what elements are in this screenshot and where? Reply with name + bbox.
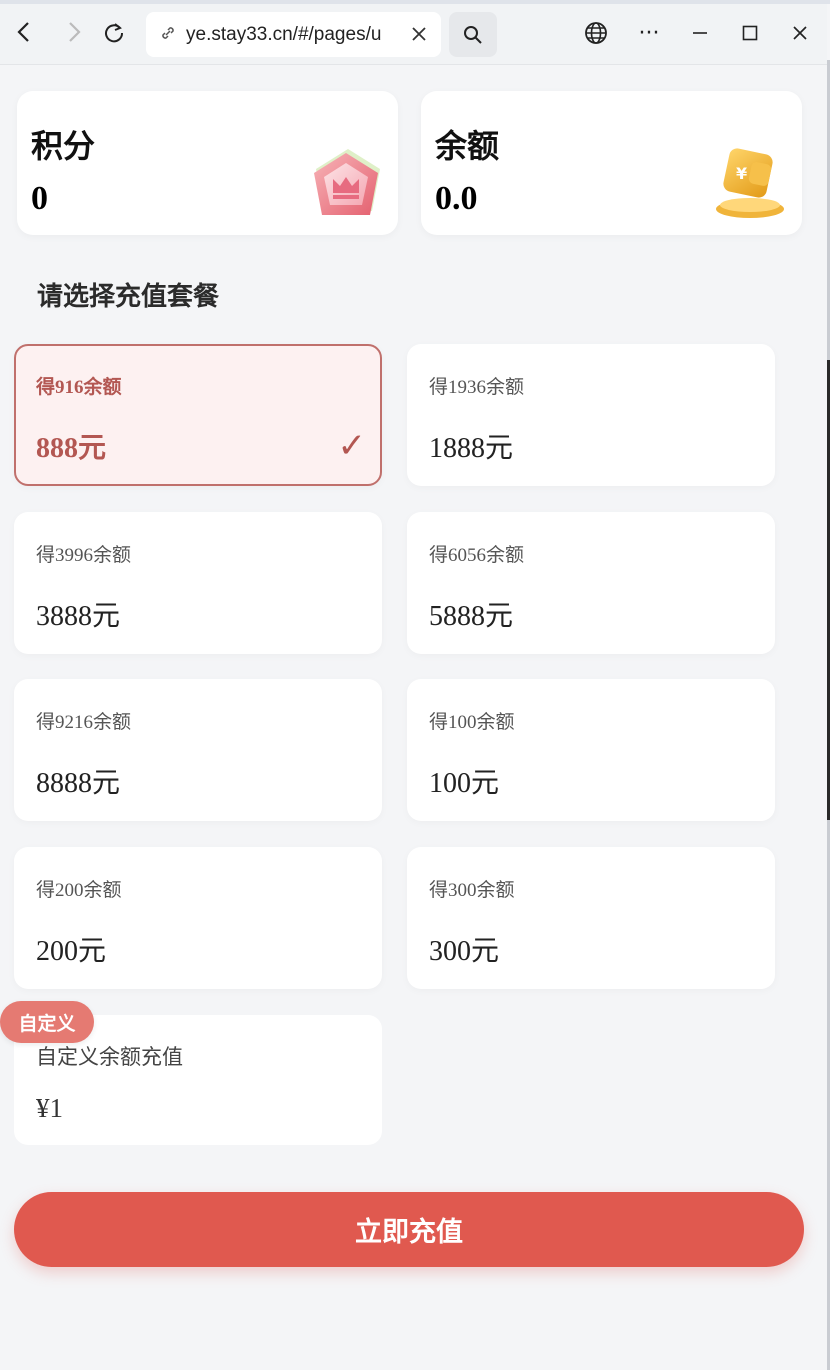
balance-card: 余额 0.0 ¥ [421, 91, 802, 235]
more-icon: ··· [638, 20, 660, 46]
package-desc: 得916余额 [36, 377, 122, 398]
points-card: 积分 0 [17, 91, 398, 235]
custom-amount-input[interactable] [36, 1093, 336, 1124]
back-button[interactable] [10, 18, 38, 46]
search-button[interactable] [449, 12, 497, 57]
package-price: 8888元 [36, 768, 121, 799]
package-price: 300元 [429, 936, 500, 967]
svg-text:¥: ¥ [736, 164, 747, 183]
package-desc: 得200余额 [36, 880, 122, 901]
refresh-icon [105, 23, 124, 43]
package-desc: 得3996余额 [36, 545, 132, 566]
package-price: 3888元 [36, 601, 121, 632]
forward-button[interactable] [60, 18, 88, 46]
package-card-1[interactable]: 得916余额 888元 ✓ [14, 344, 382, 486]
wallet-icon: ¥ [710, 141, 790, 225]
balance-value: 0.0 [435, 180, 478, 217]
maximize-icon [742, 25, 758, 41]
package-card-4[interactable]: 得6056余额 5888元 [407, 512, 775, 654]
url-text[interactable]: ye.stay33.cn/#/pages/u [186, 24, 386, 46]
points-value: 0 [31, 180, 48, 217]
package-card-6[interactable]: 得100余额 100元 [407, 679, 775, 821]
package-card-7[interactable]: 得200余额 200元 [14, 847, 382, 989]
section-title: 请选择充值套餐 [37, 282, 220, 312]
browser-toolbar: ye.stay33.cn/#/pages/u ··· [0, 4, 827, 65]
package-price: 100元 [429, 768, 500, 799]
package-price: 1888元 [429, 433, 514, 464]
more-button[interactable]: ··· [634, 18, 664, 48]
recharge-now-button[interactable]: 立即充值 [14, 1192, 804, 1267]
custom-amount-desc: 自定义余额充值 [36, 1045, 183, 1069]
address-bar[interactable]: ye.stay33.cn/#/pages/u [146, 12, 441, 57]
link-icon [160, 25, 176, 45]
custom-badge: 自定义 [0, 1001, 94, 1043]
back-arrow-icon [17, 22, 29, 42]
package-price: 5888元 [429, 601, 514, 632]
minimize-icon [693, 32, 707, 34]
points-label: 积分 [31, 127, 96, 165]
package-desc: 得6056余额 [429, 545, 525, 566]
globe-button[interactable] [581, 18, 611, 48]
refresh-button[interactable] [100, 18, 128, 46]
package-card-3[interactable]: 得3996余额 3888元 [14, 512, 382, 654]
package-desc: 得9216余额 [36, 712, 132, 733]
window-close-button[interactable] [785, 18, 815, 48]
package-card-5[interactable]: 得9216余额 8888元 [14, 679, 382, 821]
search-icon [464, 25, 482, 44]
package-price: 200元 [36, 936, 107, 967]
package-card-2[interactable]: 得1936余额 1888元 [407, 344, 775, 486]
package-desc: 得300余额 [429, 880, 515, 901]
globe-icon [585, 22, 607, 44]
check-icon: ✓ [337, 426, 367, 466]
clear-url-icon[interactable] [411, 23, 427, 47]
forward-arrow-icon [69, 22, 81, 42]
package-desc: 得1936余额 [429, 377, 525, 398]
package-price: 888元 [36, 433, 107, 464]
balance-label: 余额 [435, 127, 500, 165]
maximize-button[interactable] [735, 18, 765, 48]
crown-badge-icon [310, 145, 386, 225]
window-close-icon [793, 26, 807, 40]
package-card-8[interactable]: 得300余额 300元 [407, 847, 775, 989]
package-desc: 得100余额 [429, 712, 515, 733]
minimize-button[interactable] [685, 18, 715, 48]
